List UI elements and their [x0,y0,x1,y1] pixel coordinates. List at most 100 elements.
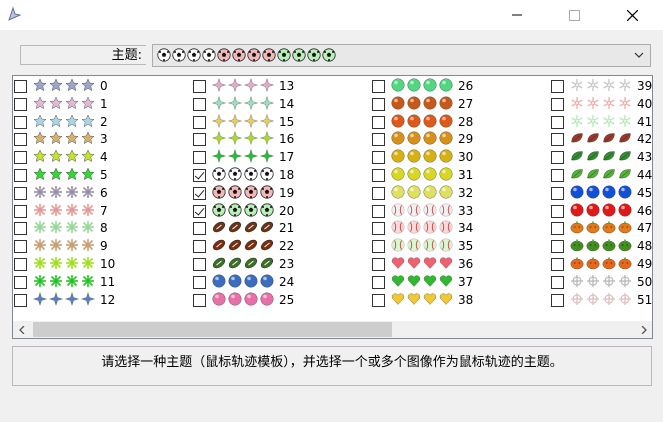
item-checkbox[interactable] [14,222,27,236]
item-checkbox[interactable] [551,133,564,147]
list-item[interactable]: 7 [14,203,192,220]
item-checkbox[interactable] [551,97,564,111]
list-item[interactable]: 43 [551,149,652,166]
list-item[interactable]: 1 [14,96,192,113]
list-item[interactable]: 35 [372,238,550,255]
item-checkbox[interactable] [14,115,27,129]
list-item[interactable]: 16 [193,131,371,148]
item-checkbox[interactable] [14,97,27,111]
list-item[interactable]: 32 [372,185,550,202]
horizontal-scrollbar[interactable] [13,321,652,338]
item-checkbox[interactable] [193,293,206,307]
list-item[interactable]: 40 [551,96,652,113]
item-checkbox[interactable] [551,186,564,200]
image-list[interactable]: 39 40 41 42 43 44 45 46 47 48 49 50 51 26 27 28 29 30 31 32… [12,75,653,339]
item-checkbox[interactable] [193,151,206,165]
item-checkbox[interactable] [551,222,564,236]
list-item[interactable]: 13 [193,78,371,95]
list-item[interactable]: 8 [14,220,192,237]
theme-dropdown[interactable] [152,44,651,67]
item-checkbox[interactable] [551,240,564,254]
item-checkbox[interactable] [372,115,385,129]
list-item[interactable]: 50 [551,274,652,291]
item-checkbox[interactable] [14,240,27,254]
list-item[interactable]: 23 [193,256,371,273]
list-item[interactable]: 6 [14,185,192,202]
list-item[interactable]: 39 [551,78,652,95]
list-item[interactable]: 3 [14,131,192,148]
list-item[interactable]: 20 [193,202,371,220]
item-checkbox[interactable] [372,258,385,271]
list-item[interactable]: 24 [193,274,371,291]
item-checkbox[interactable] [193,80,206,93]
list-item[interactable]: 21 [193,220,371,237]
item-checkbox[interactable] [193,258,206,271]
list-item[interactable]: 46 [551,203,652,220]
list-item[interactable]: 29 [372,131,550,148]
list-item[interactable]: 2 [14,113,192,131]
item-checkbox[interactable] [372,222,385,236]
list-item[interactable]: 26 [372,78,550,95]
list-item[interactable]: 45 [551,185,652,202]
scroll-left-button[interactable] [13,321,30,338]
item-checkbox[interactable] [551,258,564,271]
item-checkbox[interactable] [14,169,27,182]
item-checkbox[interactable] [372,80,385,93]
item-checkbox[interactable] [372,97,385,111]
scroll-thumb[interactable] [33,322,392,337]
list-item[interactable]: 22 [193,238,371,255]
list-item[interactable]: 51 [551,292,652,309]
item-checkbox[interactable] [14,258,27,271]
list-item[interactable]: 27 [372,96,550,113]
list-item[interactable]: 41 [551,114,652,131]
item-checkbox[interactable] [551,204,564,218]
list-item[interactable]: 18 [193,167,371,184]
close-button[interactable] [609,0,655,30]
list-item[interactable]: 44 [551,167,652,184]
item-checkbox[interactable] [372,133,385,147]
item-checkbox[interactable] [551,293,564,307]
list-item[interactable]: 31 [372,167,550,184]
list-item[interactable]: 34 [372,220,550,237]
item-checkbox[interactable] [14,293,27,307]
item-checkbox[interactable] [193,204,206,218]
item-checkbox[interactable] [551,169,564,182]
list-item[interactable]: 17 [193,149,371,166]
item-checkbox[interactable] [193,186,206,200]
list-item[interactable]: 5 [14,167,192,184]
list-item[interactable]: 42 [551,131,652,148]
item-checkbox[interactable] [372,293,385,307]
list-item[interactable]: 28 [372,114,550,131]
list-item[interactable]: 38 [372,292,550,309]
list-item[interactable]: 4 [14,149,192,166]
item-checkbox[interactable] [14,186,27,200]
list-item[interactable]: 33 [372,203,550,220]
item-checkbox[interactable] [551,80,564,93]
item-checkbox[interactable] [193,169,206,182]
item-checkbox[interactable] [193,97,206,111]
item-checkbox[interactable] [372,169,385,182]
item-checkbox[interactable] [372,275,385,289]
list-item[interactable]: 49 [551,256,652,273]
list-item[interactable]: 37 [372,274,550,291]
item-checkbox[interactable] [14,80,27,93]
list-item[interactable]: 12 [14,291,192,309]
list-item[interactable]: 48 [551,238,652,255]
list-item[interactable]: 19 [193,185,371,202]
maximize-button[interactable] [551,0,597,30]
item-checkbox[interactable] [14,133,27,147]
item-checkbox[interactable] [551,151,564,165]
minimize-button[interactable] [494,0,540,30]
list-item[interactable]: 30 [372,149,550,166]
item-checkbox[interactable] [193,115,206,129]
list-item[interactable]: 25 [193,292,371,309]
list-item[interactable]: 14 [193,95,371,113]
item-checkbox[interactable] [551,275,564,289]
item-checkbox[interactable] [14,151,27,165]
item-checkbox[interactable] [193,275,206,289]
item-checkbox[interactable] [193,133,206,147]
item-checkbox[interactable] [14,275,27,289]
item-checkbox[interactable] [14,204,27,218]
item-checkbox[interactable] [193,222,206,236]
item-checkbox[interactable] [372,204,385,218]
